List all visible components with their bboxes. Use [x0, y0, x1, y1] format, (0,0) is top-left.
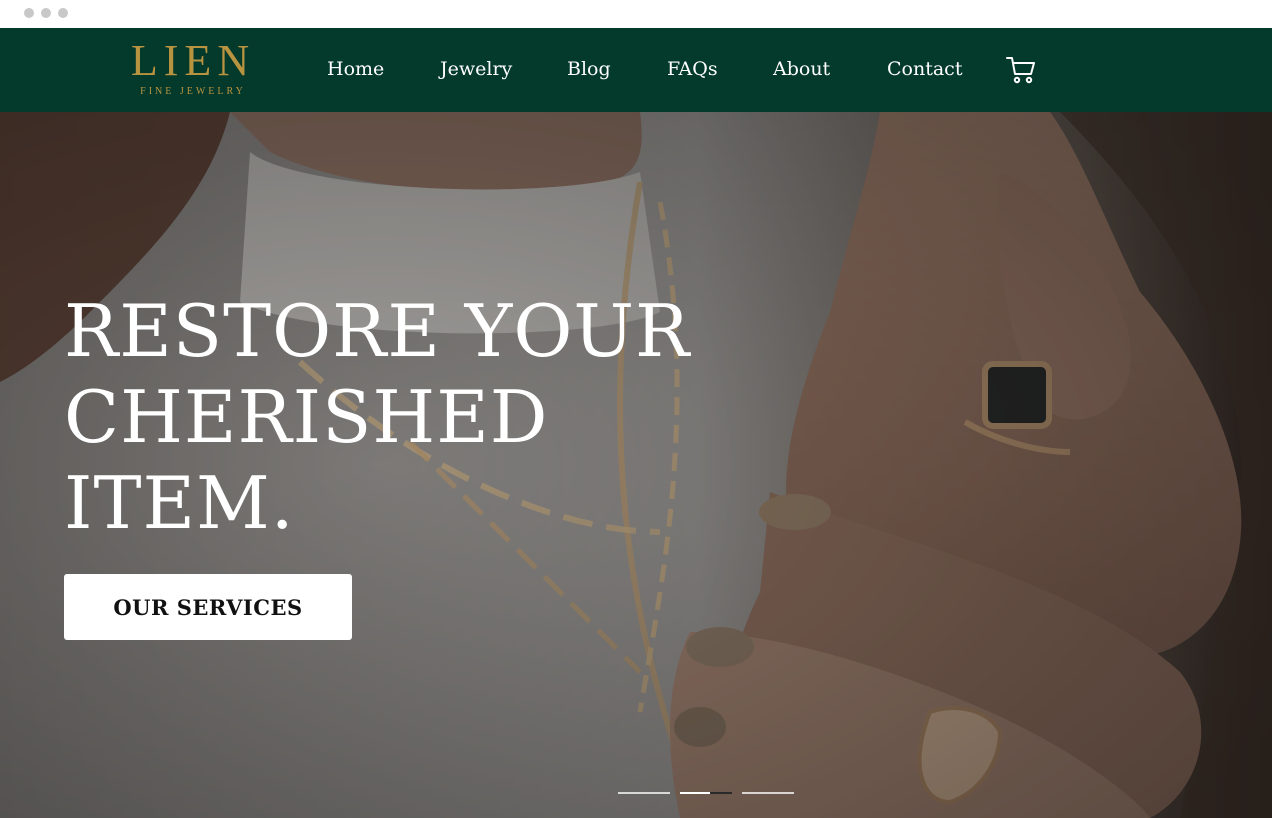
slide-indicator-3[interactable] — [742, 792, 794, 794]
nav-item-contact[interactable]: Contact — [887, 58, 962, 80]
hero-headline-line1: RESTORE YOUR — [64, 289, 691, 373]
hero-headline-line2: CHERISHED — [64, 375, 549, 459]
nav-item-faqs[interactable]: FAQs — [667, 58, 718, 80]
window-dot-icon — [41, 8, 51, 18]
our-services-button[interactable]: OUR SERVICES — [64, 574, 352, 640]
brand-logo[interactable]: LIEN FINE JEWELRY — [118, 36, 268, 98]
hero-banner: RESTORE YOUR CHERISHED ITEM. OUR SERVICE… — [0, 112, 1272, 818]
nav-item-home[interactable]: Home — [327, 58, 384, 80]
brand-name: LIEN — [130, 36, 256, 85]
hero-headline-line3: ITEM. — [64, 461, 295, 545]
slide-indicator-2[interactable] — [680, 792, 732, 794]
nav-item-jewelry[interactable]: Jewelry — [440, 58, 512, 80]
window-dot-icon — [58, 8, 68, 18]
slide-indicator-1[interactable] — [618, 792, 670, 794]
window-dot-icon — [24, 8, 34, 18]
cart-icon[interactable] — [1005, 54, 1037, 86]
brand-tagline: FINE JEWELRY — [140, 86, 246, 97]
nav-item-blog[interactable]: Blog — [567, 58, 611, 80]
browser-window-bar — [0, 0, 1272, 28]
hero-headline: RESTORE YOUR CHERISHED ITEM. — [64, 288, 704, 546]
site-header: LIEN FINE JEWELRY Home Jewelry Blog FAQs… — [0, 28, 1272, 112]
nav-item-about[interactable]: About — [773, 58, 830, 80]
